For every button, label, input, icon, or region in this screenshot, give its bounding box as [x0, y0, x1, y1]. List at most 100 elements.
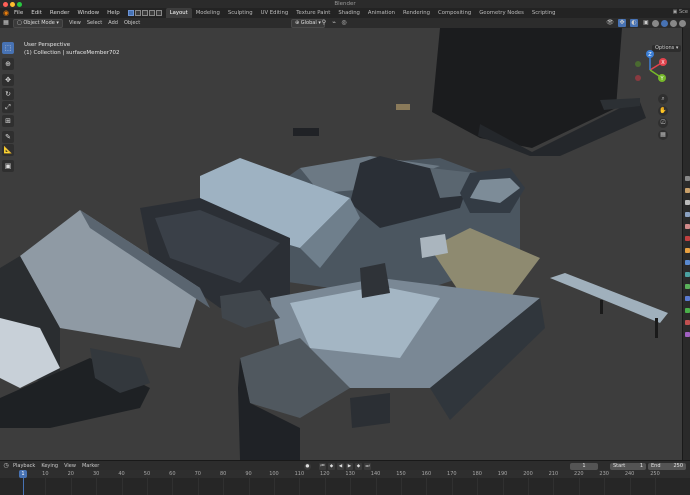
editor-type-icon[interactable]: ▦ — [2, 19, 10, 27]
viewport-shading-controls: 👁 ✥ ◐ ▣ — [604, 19, 686, 27]
tab-geometry-nodes[interactable]: Geometry Nodes — [475, 8, 528, 18]
overlay-toggle-icon[interactable]: ◐ — [630, 19, 638, 27]
tab-modeling[interactable]: Modeling — [192, 8, 224, 18]
proportional-edit-icon[interactable]: ◎ — [340, 19, 348, 27]
physics-properties-icon[interactable] — [684, 284, 690, 289]
object-mode-dropdown[interactable]: ▢ Object Mode ▾ — [13, 18, 63, 28]
select-box-icon[interactable]: ⬚ — [2, 42, 14, 54]
select-subtract-icon[interactable] — [141, 10, 148, 16]
texture-properties-icon[interactable] — [684, 332, 690, 337]
timeline-menu-view[interactable]: View — [61, 463, 79, 469]
output-properties-icon[interactable] — [684, 200, 690, 205]
data-properties-icon[interactable] — [684, 308, 690, 313]
view-name-label: User Perspective — [24, 42, 71, 48]
menu-edit[interactable]: Edit — [27, 8, 46, 18]
rotate-icon[interactable]: ↻ — [2, 87, 14, 100]
ruler-tick-line — [324, 478, 326, 495]
material-properties-icon[interactable] — [684, 320, 690, 325]
menu-window[interactable]: Window — [73, 8, 103, 18]
timeline-menu-keying[interactable]: Keying — [38, 463, 61, 469]
record-icon[interactable]: ● — [304, 462, 311, 470]
annotate-icon[interactable]: ✎ — [2, 130, 14, 143]
ruler-tick-label: 220 — [574, 471, 584, 477]
render-properties-icon[interactable] — [684, 188, 690, 193]
jump-end-icon[interactable]: ⏭ — [364, 462, 371, 470]
view-layer-properties-icon[interactable] — [684, 212, 690, 217]
select-new-icon[interactable] — [127, 10, 134, 16]
snap-icon[interactable]: ⌁ — [330, 19, 338, 27]
menu-render[interactable]: Render — [46, 8, 74, 18]
viewport-menu-select[interactable]: Select — [84, 20, 105, 26]
select-intersect-icon[interactable] — [155, 10, 162, 16]
modifier-properties-icon[interactable] — [684, 260, 690, 265]
select-invert-icon[interactable] — [148, 10, 155, 16]
tab-shading[interactable]: Shading — [334, 8, 364, 18]
timeline-editor-icon[interactable]: ◷ — [2, 462, 10, 470]
visibility-icon[interactable]: 👁 — [606, 19, 614, 27]
ruler-tick-label: 110 — [294, 471, 305, 477]
world-properties-icon[interactable] — [684, 236, 690, 241]
solid-shading-icon[interactable] — [661, 19, 668, 27]
material-shading-icon[interactable] — [670, 19, 677, 27]
scene-selector[interactable]: ▣ Sce — [673, 9, 688, 15]
measure-icon[interactable]: 📐 — [2, 144, 14, 156]
tab-layout[interactable]: Layout — [165, 8, 192, 18]
current-frame-field[interactable]: 1 — [570, 462, 598, 470]
particles-properties-icon[interactable] — [684, 272, 690, 277]
ruler-tick-label: 60 — [169, 471, 176, 477]
viewport-menu-object[interactable]: Object — [121, 20, 143, 26]
play-icon[interactable]: ▶ — [346, 462, 353, 470]
xray-toggle-icon[interactable]: ▣ — [642, 19, 650, 27]
tab-texture-paint[interactable]: Texture Paint — [292, 8, 334, 18]
tab-rendering[interactable]: Rendering — [399, 8, 434, 18]
camera-view-icon[interactable]: ⎚ — [658, 118, 668, 128]
front-small-block — [350, 393, 390, 428]
frame-ruler[interactable]: 10 20 30 40 50 60 70 80 90 100 110 120 130 140 150 160 1… — [0, 470, 690, 478]
end-frame-field[interactable]: End 250 — [648, 462, 686, 470]
tab-sculpting[interactable]: Sculpting — [224, 8, 257, 18]
add-cube-icon[interactable]: ▣ — [2, 160, 14, 172]
viewport-menu-add[interactable]: Add — [105, 20, 121, 26]
scale-icon[interactable]: ⤢ — [2, 101, 14, 113]
3d-viewport[interactable]: User Perspective (1) Collection | surfac… — [0, 28, 682, 460]
perspective-grid-icon[interactable]: ▦ — [658, 130, 668, 140]
zoom-icon[interactable]: ⌕ — [658, 94, 668, 104]
navigation-gizmo[interactable]: X Z Y — [628, 48, 672, 92]
tab-uv-editing[interactable]: UV Editing — [257, 8, 293, 18]
end-frame-value: 250 — [673, 462, 683, 469]
rendered-shading-icon[interactable] — [679, 19, 686, 27]
select-extend-icon[interactable] — [134, 10, 141, 16]
gizmo-toggle-icon[interactable]: ✥ — [618, 19, 626, 27]
next-keyframe-icon[interactable]: ◆ — [355, 462, 362, 470]
move-icon[interactable]: ✥ — [2, 74, 14, 86]
cursor-icon[interactable]: ⊕ — [2, 58, 14, 70]
ruler-tick-label: 120 — [319, 471, 330, 477]
constraints-properties-icon[interactable] — [684, 296, 690, 301]
current-frame-marker[interactable]: 1 — [19, 470, 27, 478]
transform-icon[interactable]: ⊞ — [2, 114, 14, 127]
jump-start-icon[interactable]: ⏮ — [319, 462, 326, 470]
wireframe-shading-icon[interactable] — [652, 19, 659, 27]
tool-properties-icon[interactable] — [684, 176, 690, 181]
scene-icon: ▣ — [672, 9, 678, 15]
play-reverse-icon[interactable]: ◀ — [337, 462, 344, 470]
menu-help[interactable]: Help — [103, 8, 124, 18]
pan-hand-icon[interactable]: ✋ — [658, 106, 668, 116]
timeline-menu-marker[interactable]: Marker — [79, 463, 102, 469]
object-properties-icon[interactable] — [684, 248, 690, 253]
tab-compositing[interactable]: Compositing — [434, 8, 475, 18]
viewport-menu-view[interactable]: View — [66, 20, 84, 26]
scene-properties-icon[interactable] — [684, 224, 690, 229]
blender-logo-icon[interactable]: ◉ — [2, 9, 10, 17]
start-frame-field[interactable]: Start 1 — [610, 462, 646, 470]
pivot-icon[interactable]: ⚲ — [320, 19, 328, 27]
tab-scripting[interactable]: Scripting — [528, 8, 560, 18]
scene-canvas[interactable] — [0, 28, 682, 460]
timeline-editor[interactable]: 10 20 30 40 50 60 70 80 90 100 110 120 130 140 150 160 1… — [0, 470, 690, 495]
walkway-mesh — [550, 273, 668, 323]
prev-keyframe-icon[interactable]: ◆ — [328, 462, 335, 470]
window-title: Blender — [334, 1, 356, 7]
timeline-menu-playback[interactable]: Playback — [10, 463, 38, 469]
menu-file[interactable]: File — [10, 8, 27, 18]
tab-animation[interactable]: Animation — [364, 8, 399, 18]
